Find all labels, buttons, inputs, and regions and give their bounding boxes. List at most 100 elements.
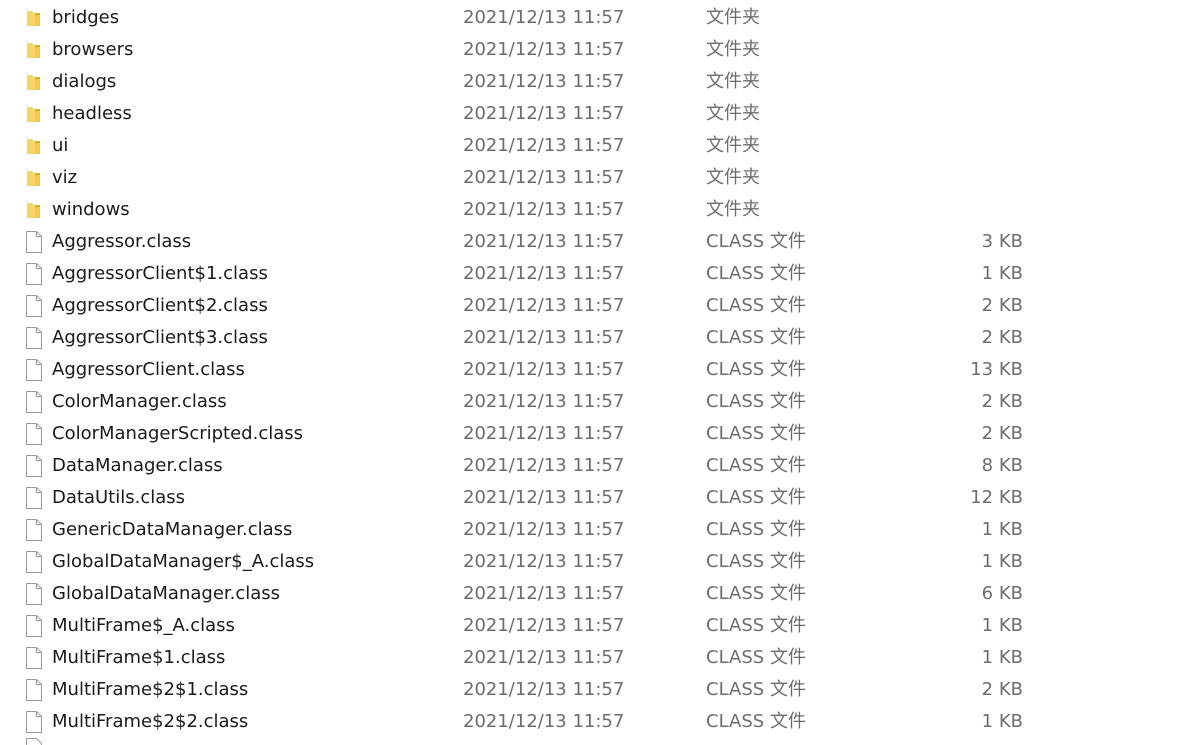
file-icon	[24, 647, 44, 669]
file-size	[900, 162, 1023, 194]
file-size: 2 KB	[981, 327, 1023, 348]
file-type: 文件夹	[706, 103, 760, 124]
modified-date: 2021/12/13 11:57	[463, 167, 625, 188]
file-name: viz	[52, 167, 78, 188]
file-type: CLASS 文件	[706, 391, 806, 412]
file-row[interactable]: DataUtils.class 2021/12/13 11:57 CLASS 文件 1…	[0, 482, 1192, 514]
file-type: CLASS 文件	[706, 295, 806, 316]
modified-date: 2021/12/13 11:57	[463, 263, 625, 284]
file-type: CLASS 文件	[706, 551, 806, 572]
file-size	[900, 34, 1023, 66]
file-icon	[24, 487, 44, 509]
file-row[interactable]: AggressorClient$2.class 2021/12/13 11:57 C…	[0, 290, 1192, 322]
file-name: GlobalDataManager.class	[52, 583, 281, 604]
file-size: 2 KB	[981, 423, 1023, 444]
file-icon	[24, 295, 44, 317]
file-size: 1 KB	[981, 263, 1023, 284]
file-name: DataUtils.class	[52, 487, 185, 508]
file-size	[900, 98, 1023, 130]
file-name: bridges	[52, 7, 120, 28]
file-type: CLASS 文件	[706, 583, 806, 604]
file-name: dialogs	[52, 71, 117, 92]
file-size: 13 KB	[970, 359, 1023, 380]
file-row-partial[interactable]	[0, 738, 1192, 745]
file-name: ui	[52, 135, 69, 156]
file-row[interactable]: MultiFrame$1.class 2021/12/13 11:57 CLASS …	[0, 642, 1192, 674]
file-icon	[24, 231, 44, 253]
folder-icon	[24, 7, 44, 29]
file-icon	[24, 263, 44, 285]
file-row[interactable]: MultiFrame$2$1.class 2021/12/13 11:57 CLAS…	[0, 674, 1192, 706]
file-type: CLASS 文件	[706, 455, 806, 476]
file-name: MultiFrame$_A.class	[52, 615, 235, 636]
file-name: headless	[52, 103, 132, 124]
file-list: bridges 2021/12/13 11:57 文件夹 browsers 2021/1…	[0, 2, 1192, 738]
file-type: 文件夹	[706, 7, 760, 28]
folder-icon	[24, 199, 44, 221]
folder-row[interactable]: viz 2021/12/13 11:57 文件夹	[0, 162, 1192, 194]
file-icon	[24, 738, 44, 745]
folder-icon	[24, 71, 44, 93]
file-type: CLASS 文件	[706, 615, 806, 636]
file-type: CLASS 文件	[706, 263, 806, 284]
folder-icon	[24, 135, 44, 157]
folder-row[interactable]: ui 2021/12/13 11:57 文件夹	[0, 130, 1192, 162]
modified-date: 2021/12/13 11:57	[463, 391, 625, 412]
file-name: AggressorClient$3.class	[52, 327, 268, 348]
folder-row[interactable]: windows 2021/12/13 11:57 文件夹	[0, 194, 1192, 226]
folder-row[interactable]: headless 2021/12/13 11:57 文件夹	[0, 98, 1192, 130]
modified-date: 2021/12/13 11:57	[463, 487, 625, 508]
modified-date: 2021/12/13 11:57	[463, 711, 625, 732]
file-name: GlobalDataManager$_A.class	[52, 551, 315, 572]
modified-date: 2021/12/13 11:57	[463, 327, 625, 348]
file-icon	[24, 711, 44, 733]
file-icon	[24, 615, 44, 637]
file-row[interactable]: ColorManagerScripted.class 2021/12/13 11:…	[0, 418, 1192, 450]
modified-date: 2021/12/13 11:57	[463, 135, 625, 156]
file-name: MultiFrame$2$2.class	[52, 711, 249, 732]
modified-date: 2021/12/13 11:57	[463, 199, 625, 220]
folder-row[interactable]: dialogs 2021/12/13 11:57 文件夹	[0, 66, 1192, 98]
folder-icon	[24, 103, 44, 125]
modified-date: 2021/12/13 11:57	[463, 359, 625, 380]
file-row[interactable]: ColorManager.class 2021/12/13 11:57 CLASS …	[0, 386, 1192, 418]
file-row[interactable]: AggressorClient$1.class 2021/12/13 11:57 C…	[0, 258, 1192, 290]
modified-date: 2021/12/13 11:57	[463, 679, 625, 700]
modified-date: 2021/12/13 11:57	[463, 39, 625, 60]
file-row[interactable]: GlobalDataManager$_A.class 2021/12/13 11:…	[0, 546, 1192, 578]
modified-date: 2021/12/13 11:57	[463, 71, 625, 92]
file-row[interactable]: MultiFrame$_A.class 2021/12/13 11:57 CLASS…	[0, 610, 1192, 642]
modified-date: 2021/12/13 11:57	[463, 231, 625, 252]
file-size: 8 KB	[981, 455, 1023, 476]
file-type: CLASS 文件	[706, 711, 806, 732]
file-type: CLASS 文件	[706, 647, 806, 668]
file-type: CLASS 文件	[706, 423, 806, 444]
file-type: CLASS 文件	[706, 519, 806, 540]
file-type: 文件夹	[706, 71, 760, 92]
file-icon	[24, 519, 44, 541]
file-row[interactable]: AggressorClient$3.class 2021/12/13 11:57 C…	[0, 322, 1192, 354]
file-name: MultiFrame$2$1.class	[52, 679, 249, 700]
file-row[interactable]: AggressorClient.class 2021/12/13 11:57 CLA…	[0, 354, 1192, 386]
file-size: 2 KB	[981, 295, 1023, 316]
file-name: ColorManagerScripted.class	[52, 423, 304, 444]
file-row[interactable]: GenericDataManager.class 2021/12/13 11:57…	[0, 514, 1192, 546]
file-size	[900, 2, 1023, 34]
file-row[interactable]: DataManager.class 2021/12/13 11:57 CLASS 文…	[0, 450, 1192, 482]
file-row[interactable]: GlobalDataManager.class 2021/12/13 11:57 C…	[0, 578, 1192, 610]
modified-date: 2021/12/13 11:57	[463, 423, 625, 444]
modified-date: 2021/12/13 11:57	[463, 647, 625, 668]
folder-row[interactable]: browsers 2021/12/13 11:57 文件夹	[0, 34, 1192, 66]
file-size: 6 KB	[981, 583, 1023, 604]
modified-date: 2021/12/13 11:57	[463, 295, 625, 316]
file-row[interactable]: Aggressor.class 2021/12/13 11:57 CLASS 文件 3…	[0, 226, 1192, 258]
folder-row[interactable]: bridges 2021/12/13 11:57 文件夹	[0, 2, 1192, 34]
modified-date: 2021/12/13 11:57	[463, 7, 625, 28]
file-size	[900, 66, 1023, 98]
file-type: CLASS 文件	[706, 679, 806, 700]
file-type: 文件夹	[706, 167, 760, 188]
file-size	[900, 130, 1023, 162]
file-type: CLASS 文件	[706, 231, 806, 252]
file-size	[900, 194, 1023, 226]
file-row[interactable]: MultiFrame$2$2.class 2021/12/13 11:57 CLAS…	[0, 706, 1192, 738]
